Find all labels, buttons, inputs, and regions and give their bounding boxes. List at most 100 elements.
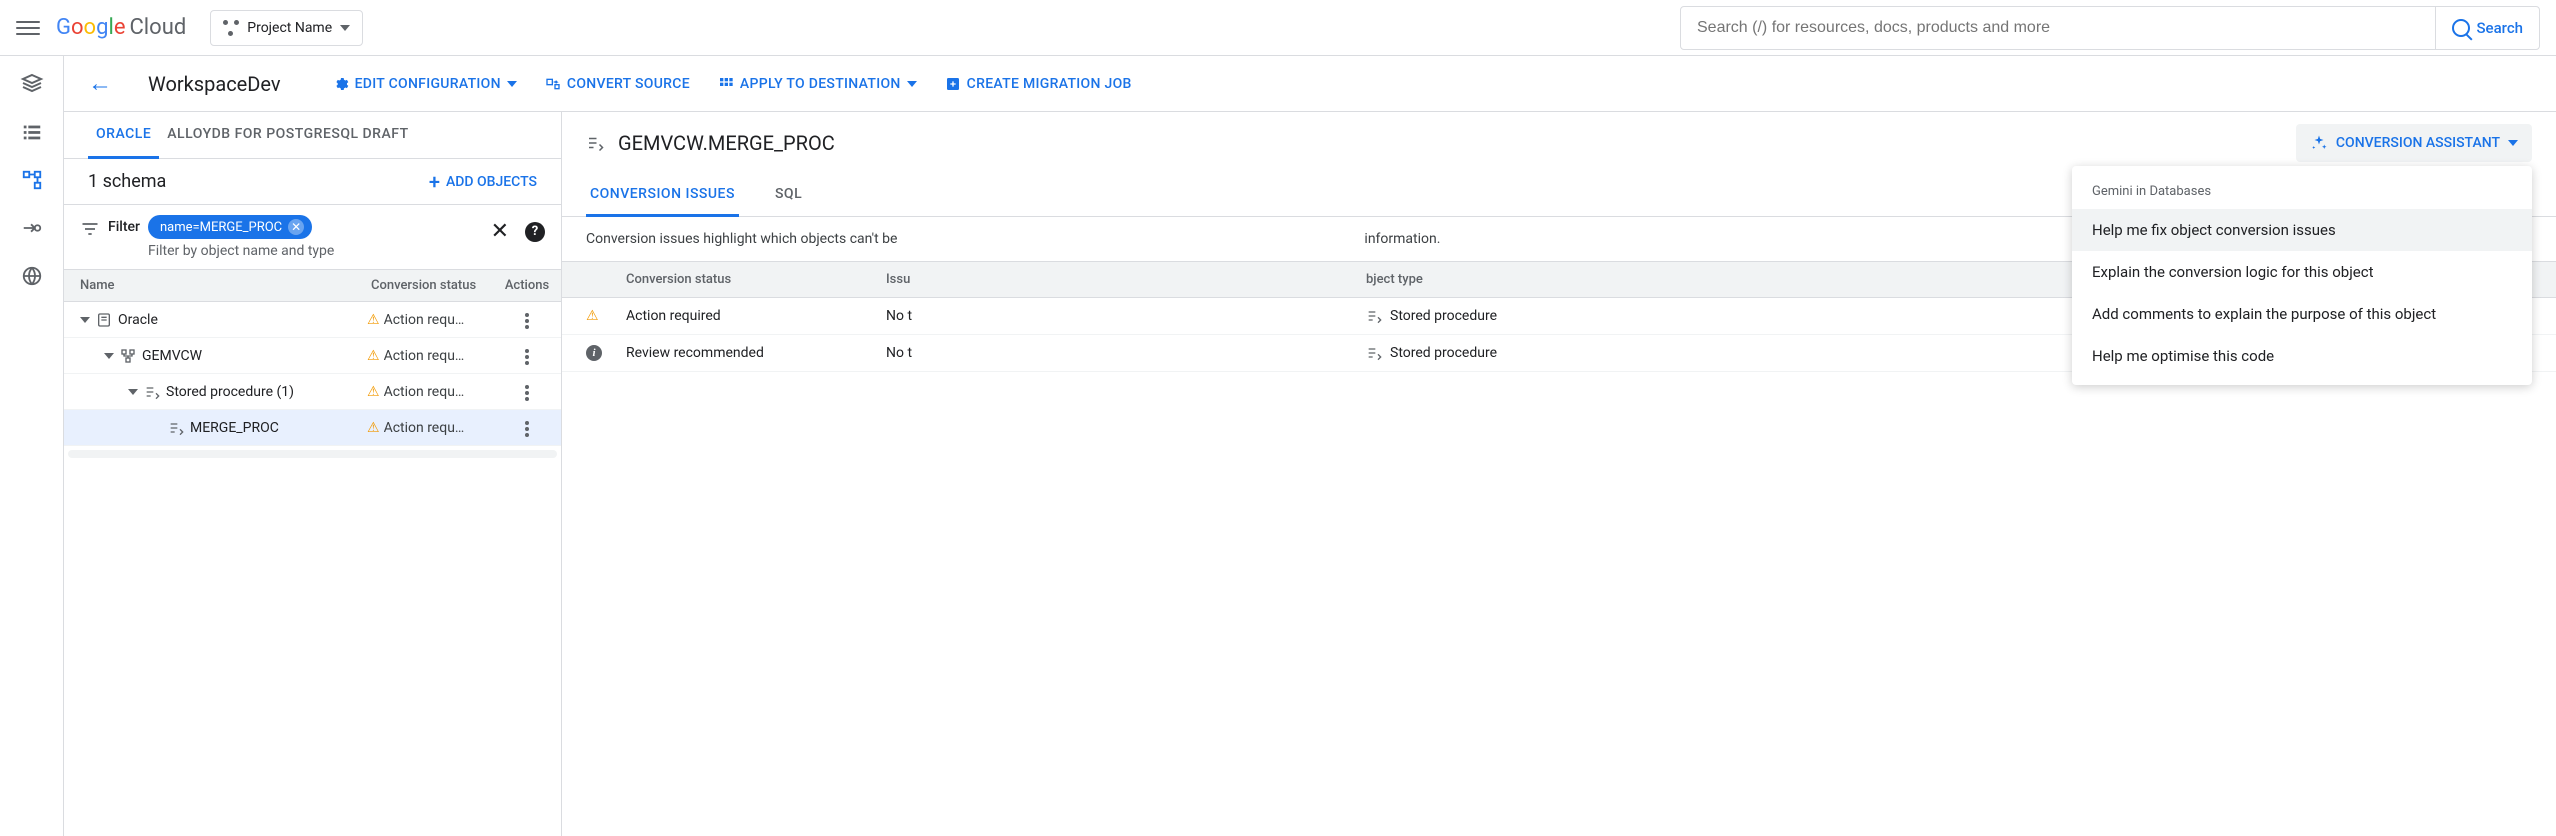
back-arrow-icon[interactable]: ← xyxy=(88,69,112,98)
col-name: Name xyxy=(64,270,363,301)
tree-row[interactable]: Stored procedure (1)⚠Action requ… xyxy=(64,374,561,410)
rail-workspace-icon[interactable] xyxy=(20,168,44,192)
project-picker[interactable]: Project Name xyxy=(210,10,363,46)
convert-source-button[interactable]: CONVERT SOURCE xyxy=(545,76,690,92)
dropdown-item-optimise[interactable]: Help me optimise this code xyxy=(2072,335,2532,377)
clear-filter-icon[interactable]: ✕ xyxy=(491,219,509,244)
expand-caret-icon[interactable] xyxy=(104,353,114,359)
edit-configuration-label: EDIT CONFIGURATION xyxy=(355,76,501,92)
chevron-down-icon xyxy=(907,81,917,87)
tree-status-text: Action requ… xyxy=(384,348,465,364)
source-tabs: ORACLE ALLOYDB FOR POSTGRESQL DRAFT xyxy=(64,112,561,159)
kebab-menu-icon[interactable] xyxy=(519,415,535,443)
edit-configuration-button[interactable]: EDIT CONFIGURATION xyxy=(333,76,517,92)
col-actions: Actions xyxy=(493,270,561,301)
schema-icon xyxy=(120,348,136,364)
dropdown-section-header: Gemini in Databases xyxy=(2072,174,2532,209)
expand-caret-icon[interactable] xyxy=(80,317,90,323)
schema-row: 1 schema + ADD OBJECTS xyxy=(64,159,561,205)
schema-count: 1 schema xyxy=(88,171,166,192)
dropdown-item-add-comments[interactable]: Add comments to explain the purpose of t… xyxy=(2072,293,2532,335)
tree-status-text: Action requ… xyxy=(384,420,465,436)
tree-status-text: Action requ… xyxy=(384,312,465,328)
assistant-dropdown: Gemini in Databases Help me fix object c… xyxy=(2072,166,2532,385)
filter-chip[interactable]: name=MERGE_PROC ✕ xyxy=(148,215,312,239)
convert-source-label: CONVERT SOURCE xyxy=(567,76,690,92)
db-icon xyxy=(96,312,112,328)
logo-cloud-text: Cloud xyxy=(129,15,186,40)
tab-sql[interactable]: SQL xyxy=(771,174,806,216)
search-icon xyxy=(2452,19,2470,37)
tree-node-label: Stored procedure (1) xyxy=(166,384,294,400)
content-split: ORACLE ALLOYDB FOR POSTGRESQL DRAFT 1 sc… xyxy=(64,112,2556,836)
rail-layers-icon[interactable] xyxy=(20,72,44,96)
expand-caret-icon[interactable] xyxy=(128,389,138,395)
filter-body[interactable]: name=MERGE_PROC ✕ Filter by object name … xyxy=(148,215,483,259)
right-panel: GEMVCW.MERGE_PROC CONVERSION ASSISTANT G… xyxy=(562,112,2556,836)
add-objects-button[interactable]: + ADD OBJECTS xyxy=(429,172,537,192)
tab-oracle[interactable]: ORACLE xyxy=(88,112,159,159)
tree-header: Name Conversion status Actions xyxy=(64,270,561,302)
google-cloud-logo[interactable]: Google Cloud xyxy=(56,15,186,40)
search-input[interactable] xyxy=(1681,19,2435,37)
plus-box-icon xyxy=(945,76,961,92)
tree-row[interactable]: MERGE_PROC⚠Action requ… xyxy=(64,410,561,446)
workspace-name: WorkspaceDev xyxy=(148,72,281,96)
rail-globe-icon[interactable] xyxy=(20,264,44,288)
apply-destination-button[interactable]: APPLY TO DESTINATION xyxy=(718,76,917,92)
plus-icon: + xyxy=(429,172,440,192)
conversion-assistant-button[interactable]: CONVERSION ASSISTANT xyxy=(2296,124,2532,162)
project-name: Project Name xyxy=(247,20,332,36)
tree-row[interactable]: GEMVCW⚠Action requ… xyxy=(64,338,561,374)
add-objects-label: ADD OBJECTS xyxy=(446,174,537,190)
tree-node-label: MERGE_PROC xyxy=(190,420,279,436)
left-rail xyxy=(0,56,64,836)
toolbar: ← WorkspaceDev EDIT CONFIGURATION CONVER… xyxy=(64,56,2556,112)
chevron-down-icon xyxy=(507,81,517,87)
kebab-menu-icon[interactable] xyxy=(519,343,535,371)
proc-icon xyxy=(168,420,184,436)
tree-body: Oracle⚠Action requ…GEMVCW⚠Action requ…St… xyxy=(64,302,561,446)
procedure-icon xyxy=(1366,345,1382,361)
issue-status: Review recommended xyxy=(626,345,886,361)
search-button[interactable]: Search xyxy=(2435,7,2539,49)
kebab-menu-icon[interactable] xyxy=(519,307,535,335)
project-icon xyxy=(223,20,239,36)
menu-icon[interactable] xyxy=(16,16,40,40)
object-title: GEMVCW.MERGE_PROC xyxy=(618,131,835,155)
tab-conversion-issues[interactable]: CONVERSION ISSUES xyxy=(586,174,739,217)
help-icon[interactable]: ? xyxy=(525,222,545,242)
col-status: Conversion status xyxy=(363,270,493,301)
tree-node-label: GEMVCW xyxy=(142,348,202,364)
chevron-down-icon xyxy=(340,25,350,31)
col-conversion-status: Conversion status xyxy=(626,272,886,287)
procedure-icon xyxy=(1366,308,1382,324)
filter-actions: ✕ ? xyxy=(491,219,545,244)
filter-row: Filter name=MERGE_PROC ✕ Filter by objec… xyxy=(64,205,561,270)
kebab-menu-icon[interactable] xyxy=(519,379,535,407)
warning-icon: ⚠ xyxy=(367,384,380,400)
top-header: Google Cloud Project Name Search xyxy=(0,0,2556,56)
col-issue: Issu xyxy=(886,272,1366,287)
sparkle-icon xyxy=(2310,134,2328,152)
rail-list-icon[interactable] xyxy=(20,120,44,144)
dropdown-item-fix-issues[interactable]: Help me fix object conversion issues xyxy=(2072,209,2532,251)
horizontal-scrollbar[interactable] xyxy=(68,450,557,458)
tab-alloydb[interactable]: ALLOYDB FOR POSTGRESQL DRAFT xyxy=(159,112,416,158)
dropdown-item-explain-logic[interactable]: Explain the conversion logic for this ob… xyxy=(2072,251,2532,293)
gear-icon xyxy=(333,76,349,92)
chip-remove-icon[interactable]: ✕ xyxy=(288,219,304,235)
grid-icon xyxy=(718,76,734,92)
right-panel-header: GEMVCW.MERGE_PROC CONVERSION ASSISTANT G… xyxy=(562,112,2556,174)
main-area: ← WorkspaceDev EDIT CONFIGURATION CONVER… xyxy=(64,56,2556,836)
issues-description-start: Conversion issues highlight which object… xyxy=(586,231,897,247)
apply-destination-label: APPLY TO DESTINATION xyxy=(740,76,901,92)
object-type-text: Stored procedure xyxy=(1390,345,1497,361)
create-migration-job-button[interactable]: CREATE MIGRATION JOB xyxy=(945,76,1132,92)
convert-icon xyxy=(545,76,561,92)
conversion-assistant-label: CONVERSION ASSISTANT xyxy=(2336,135,2500,151)
tree-row[interactable]: Oracle⚠Action requ… xyxy=(64,302,561,338)
rail-import-icon[interactable] xyxy=(20,216,44,240)
issue-status: Action required xyxy=(626,308,886,324)
issues-description-end: information. xyxy=(1364,231,1440,247)
